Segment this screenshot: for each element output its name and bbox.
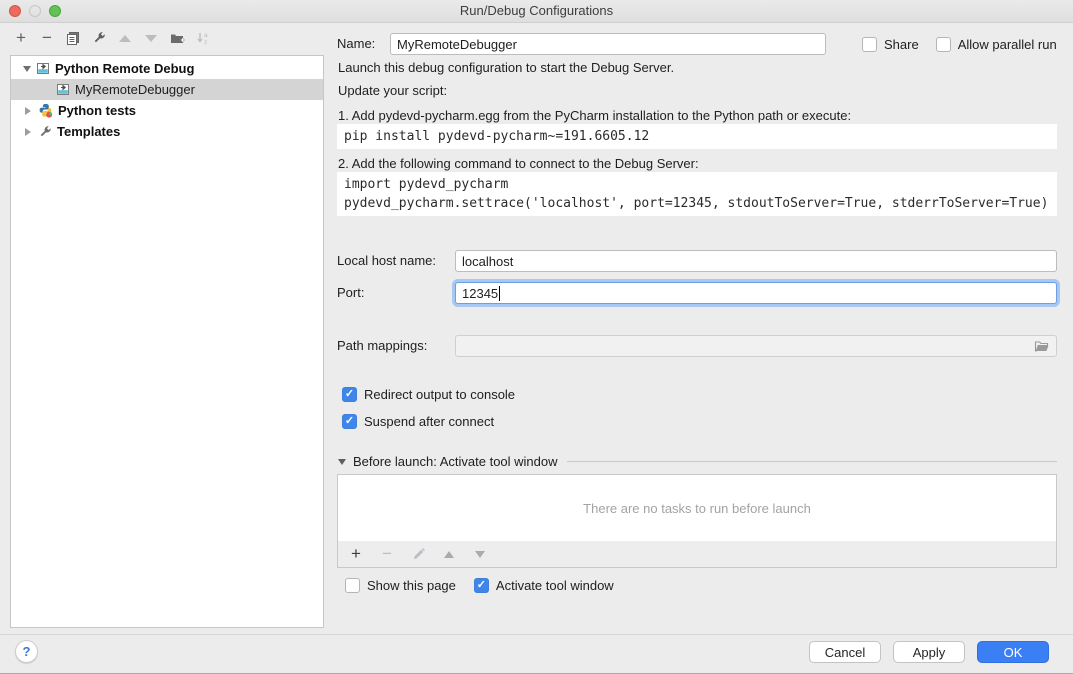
before-launch-header[interactable]: Before launch: Activate tool window xyxy=(338,454,1057,469)
header-rule xyxy=(567,461,1057,462)
pip-install-code-block: pip install pydevd-pycharm~=191.6605.12 xyxy=(337,124,1057,149)
step-1-text: 1. Add pydevd-pycharm.egg from the PyCha… xyxy=(338,108,851,123)
collapse-icon[interactable] xyxy=(23,66,31,72)
port-input[interactable]: 12345 xyxy=(455,282,1057,304)
dialog-footer: ? Cancel Apply OK xyxy=(0,634,1073,674)
activate-tool-window-label: Activate tool window xyxy=(496,578,614,593)
new-folder-icon[interactable] xyxy=(169,30,185,46)
remove-icon[interactable]: − xyxy=(379,546,395,562)
share-label: Share xyxy=(884,37,919,52)
settrace-code-block: import pydevd_pycharm pydevd_pycharm.set… xyxy=(337,172,1057,216)
local-host-input[interactable] xyxy=(455,250,1057,272)
description-line-2: Update your script: xyxy=(338,83,447,98)
apply-button[interactable]: Apply xyxy=(893,641,965,663)
code-line: import pydevd_pycharm xyxy=(344,175,1050,194)
tree-item-templates[interactable]: Templates xyxy=(11,121,323,142)
configurations-tree: Python Remote Debug MyRemoteDebugger Pyt… xyxy=(10,55,324,628)
show-this-page-checkbox[interactable] xyxy=(345,578,360,593)
show-this-page-label: Show this page xyxy=(367,578,456,593)
tree-item-python-tests[interactable]: Python tests xyxy=(11,100,323,121)
suspend-after-connect-checkbox-row[interactable]: ✓ Suspend after connect xyxy=(342,414,494,429)
show-this-page-checkbox-row[interactable]: Show this page xyxy=(345,578,456,593)
move-down-icon[interactable] xyxy=(143,30,159,46)
name-row: Name: Share Allow parallel run xyxy=(337,33,1060,55)
wrench-icon xyxy=(38,125,52,139)
move-up-icon[interactable] xyxy=(117,30,133,46)
expand-icon[interactable] xyxy=(25,107,31,115)
share-checkbox-row[interactable]: Share xyxy=(862,37,919,52)
python-tests-icon xyxy=(38,103,53,118)
empty-task-list-text: There are no tasks to run before launch xyxy=(583,501,811,516)
step-2-text: 2. Add the following command to connect … xyxy=(338,156,699,171)
name-input[interactable] xyxy=(390,33,826,55)
text-caret xyxy=(499,286,500,301)
local-host-label: Local host name: xyxy=(337,250,455,272)
tree-item-python-remote-debug[interactable]: Python Remote Debug xyxy=(11,58,323,79)
port-row: Port: 12345 xyxy=(337,282,1057,304)
sort-alphabetically-icon[interactable]: az xyxy=(195,30,211,46)
run-debug-configurations-dialog: { "window": { "title": "Run/Debug Config… xyxy=(0,0,1073,674)
ok-button[interactable]: OK xyxy=(977,641,1049,663)
edit-defaults-wrench-icon[interactable] xyxy=(91,30,107,46)
tree-item-label: Python tests xyxy=(58,103,136,118)
suspend-after-connect-label: Suspend after connect xyxy=(364,414,494,429)
configurations-toolbar: + − az xyxy=(13,30,211,46)
page-options-row: Show this page ✓ Activate tool window xyxy=(345,578,614,593)
tree-item-label: MyRemoteDebugger xyxy=(75,82,195,97)
minimize-window-icon xyxy=(29,5,41,17)
redirect-output-checkbox-row[interactable]: ✓ Redirect output to console xyxy=(342,387,515,402)
name-label: Name: xyxy=(337,33,381,55)
copy-icon[interactable] xyxy=(65,30,81,46)
activate-tool-window-checkbox-row[interactable]: ✓ Activate tool window xyxy=(474,578,614,593)
code-line: pip install pydevd-pycharm~=191.6605.12 xyxy=(344,127,1050,146)
activate-tool-window-checkbox[interactable]: ✓ xyxy=(474,578,489,593)
add-icon[interactable]: + xyxy=(13,30,29,46)
configuration-form: Name: Share Allow parallel run Launch th… xyxy=(337,28,1060,628)
tree-item-label: Templates xyxy=(57,124,120,139)
cancel-button[interactable]: Cancel xyxy=(809,641,881,663)
code-line: pydevd_pycharm.settrace('localhost', por… xyxy=(344,194,1050,213)
redirect-output-checkbox[interactable]: ✓ xyxy=(342,387,357,402)
local-host-row: Local host name: xyxy=(337,250,1057,272)
tree-item-label: Python Remote Debug xyxy=(55,61,194,76)
port-label: Port: xyxy=(337,282,455,304)
expand-icon[interactable] xyxy=(25,128,31,136)
path-mappings-label: Path mappings: xyxy=(337,335,455,357)
close-window-icon[interactable] xyxy=(9,5,21,17)
description-line-1: Launch this debug configuration to start… xyxy=(338,60,674,75)
svg-text:z: z xyxy=(204,39,207,45)
move-down-icon[interactable] xyxy=(472,546,488,562)
allow-parallel-checkbox-row[interactable]: Allow parallel run xyxy=(936,37,1057,52)
path-mappings-row: Path mappings: xyxy=(337,335,1057,357)
before-launch-title: Before launch: Activate tool window xyxy=(353,454,558,469)
add-icon[interactable]: + xyxy=(348,546,364,562)
zoom-window-icon[interactable] xyxy=(49,5,61,17)
path-mappings-input[interactable] xyxy=(455,335,1057,357)
tree-item-myremotedebugger[interactable]: MyRemoteDebugger xyxy=(11,79,323,100)
before-launch-toolbar: + − xyxy=(337,541,1057,568)
run-config-icon xyxy=(36,62,50,75)
collapse-icon[interactable] xyxy=(338,459,346,465)
titlebar: Run/Debug Configurations xyxy=(0,0,1073,23)
help-button[interactable]: ? xyxy=(15,640,38,663)
suspend-after-connect-checkbox[interactable]: ✓ xyxy=(342,414,357,429)
run-config-icon xyxy=(56,83,70,96)
move-up-icon[interactable] xyxy=(441,546,457,562)
window-title: Run/Debug Configurations xyxy=(0,0,1073,22)
browse-folder-icon[interactable] xyxy=(1034,340,1050,353)
edit-pencil-icon[interactable] xyxy=(410,546,426,562)
allow-parallel-run-label: Allow parallel run xyxy=(958,37,1057,52)
share-checkbox[interactable] xyxy=(862,37,877,52)
remove-icon[interactable]: − xyxy=(39,30,55,46)
allow-parallel-run-checkbox[interactable] xyxy=(936,37,951,52)
redirect-output-label: Redirect output to console xyxy=(364,387,515,402)
before-launch-task-list[interactable]: There are no tasks to run before launch xyxy=(337,474,1057,542)
svg-text:a: a xyxy=(204,32,208,39)
